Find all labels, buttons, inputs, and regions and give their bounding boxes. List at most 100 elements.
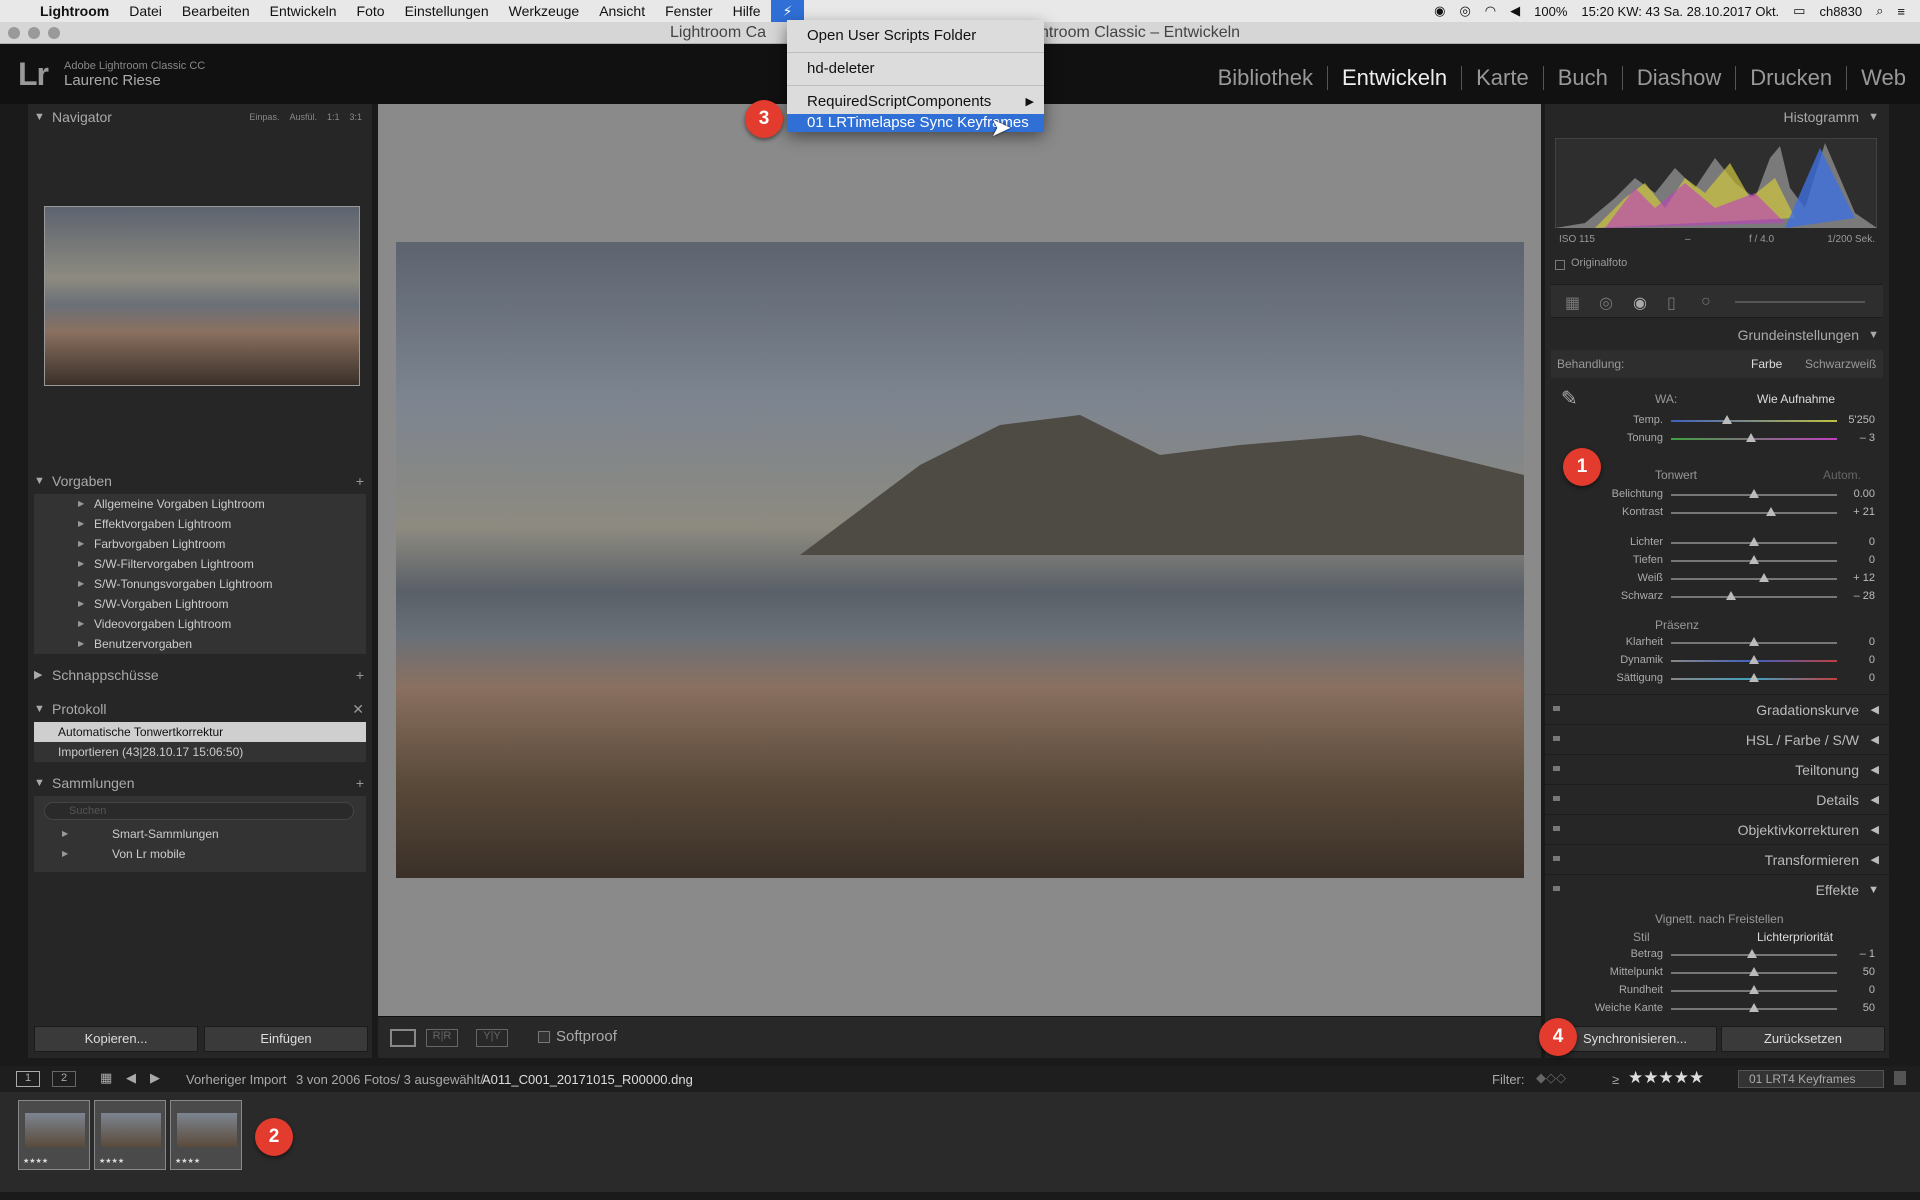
current-filename[interactable]: A011_C001_20171015_R00000.dng	[482, 1072, 693, 1087]
section-lens-corrections[interactable]: Objektivkorrekturen ◀	[1545, 814, 1889, 844]
preset-folder[interactable]: ▶ S/W-Vorgaben Lightroom	[34, 594, 366, 614]
section-effects[interactable]: Effekte ▼	[1545, 874, 1889, 904]
collection-set[interactable]: ▶ Von Lr mobile	[34, 844, 366, 864]
menu-fenster[interactable]: Fenster	[655, 0, 722, 22]
section-transform[interactable]: Transformieren ◀	[1545, 844, 1889, 874]
graduated-filter-icon[interactable]: ▯	[1667, 293, 1676, 313]
slider-vignette-feather[interactable]: Weiche Kante 50	[1575, 1000, 1875, 1018]
auto-tone-button[interactable]: Autom.	[1823, 468, 1861, 482]
slider-exposure[interactable]: Belichtung 0.00	[1575, 486, 1875, 504]
basic-header[interactable]: Grundeinstellungen ▼	[1545, 322, 1889, 348]
preset-folder[interactable]: ▶ S/W-Tonungsvorgaben Lightroom	[34, 574, 366, 594]
section-tone-curve[interactable]: Gradationskurve ◀	[1545, 694, 1889, 724]
histogram-header[interactable]: Histogramm ▼	[1545, 104, 1889, 130]
collections-search-input[interactable]: Suchen	[44, 802, 354, 820]
add-preset-icon[interactable]: +	[356, 468, 364, 494]
filmstrip-thumbnail[interactable]: ★★★★	[94, 1100, 166, 1170]
module-bibliothek[interactable]: Bibliothek	[1204, 66, 1328, 90]
menu-werkzeuge[interactable]: Werkzeuge	[499, 0, 590, 22]
module-buch[interactable]: Buch	[1544, 66, 1623, 90]
spot-removal-icon[interactable]: ◎	[1599, 293, 1613, 313]
slider-shadows[interactable]: Tiefen 0	[1575, 552, 1875, 570]
slider-vignette-midpoint[interactable]: Mittelpunkt 50	[1575, 964, 1875, 982]
accessibility-icon[interactable]: ◉	[1427, 3, 1452, 19]
menu-bearbeiten[interactable]: Bearbeiten	[172, 0, 260, 22]
history-header[interactable]: ▼ Protokoll ✕	[28, 696, 372, 722]
collections-header[interactable]: ▼ Sammlungen +	[28, 770, 372, 796]
snapshots-header[interactable]: ▶ Schnappschüsse +	[28, 662, 372, 688]
module-karte[interactable]: Karte	[1462, 66, 1544, 90]
crop-tool-icon[interactable]: ▦	[1565, 293, 1580, 313]
vignette-style-select[interactable]: Lichterpriorität	[1757, 930, 1833, 944]
preset-folder[interactable]: ▶ Farbvorgaben Lightroom	[34, 534, 366, 554]
display-icon[interactable]: ▭	[1786, 3, 1812, 19]
menu-open-user-scripts[interactable]: Open User Scripts Folder	[787, 24, 1044, 48]
filter-lock-icon[interactable]	[1894, 1071, 1906, 1085]
add-snapshot-icon[interactable]: +	[356, 662, 364, 688]
battery-status[interactable]: 100%	[1527, 4, 1574, 19]
reset-button[interactable]: Zurücksetzen	[1721, 1026, 1885, 1052]
creative-cloud-icon[interactable]: ◎	[1452, 3, 1477, 19]
search-icon[interactable]: ⌕	[1869, 3, 1890, 19]
navigator-header[interactable]: ▼ Navigator Einpas. Ausfül. 1:1 3:1	[28, 104, 372, 130]
menu-datei[interactable]: Datei	[119, 0, 172, 22]
menu-hilfe[interactable]: Hilfe	[723, 0, 771, 22]
slider-vignette-roundness[interactable]: Rundheit 0	[1575, 982, 1875, 1000]
preset-folder[interactable]: ▶ Allgemeine Vorgaben Lightroom	[34, 494, 366, 514]
slider-temp[interactable]: Temp. 5'250	[1575, 412, 1875, 430]
copy-settings-button[interactable]: Kopieren...	[34, 1026, 198, 1052]
section-details[interactable]: Details ◀	[1545, 784, 1889, 814]
main-photo[interactable]	[396, 242, 1524, 878]
wb-picker-icon[interactable]: ✎	[1561, 386, 1578, 411]
navigator-preview[interactable]	[44, 206, 360, 386]
rating-filter[interactable]: ★★★★★	[1628, 1068, 1704, 1088]
preset-folder[interactable]: ▶ Videovorgaben Lightroom	[34, 614, 366, 634]
filter-preset-select[interactable]: 01 LRT4 Keyframes	[1738, 1070, 1884, 1088]
preset-folder[interactable]: ▶ S/W-Filtervorgaben Lightroom	[34, 554, 366, 574]
section-split-toning[interactable]: Teiltonung ◀	[1545, 754, 1889, 784]
collection-set[interactable]: ▶ Smart-Sammlungen	[34, 824, 366, 844]
module-web[interactable]: Web	[1847, 66, 1912, 90]
script-menu-icon[interactable]: ⚡	[770, 0, 805, 22]
zoom-1to1[interactable]: 1:1	[327, 104, 340, 130]
section-hsl[interactable]: HSL / Farbe / S/W ◀	[1545, 724, 1889, 754]
history-item[interactable]: Automatische Tonwertkorrektur	[34, 722, 366, 742]
clock[interactable]: 15:20 KW: 43 Sa. 28.10.2017 Okt.	[1574, 4, 1786, 19]
paste-settings-button[interactable]: Einfügen	[204, 1026, 368, 1052]
wb-select[interactable]: Wie Aufnahme	[1757, 392, 1835, 406]
treatment-bw[interactable]: Schwarzweiß	[1805, 357, 1876, 371]
minimize-window-button[interactable]	[28, 27, 40, 39]
menu-entwickeln[interactable]: Entwickeln	[260, 0, 347, 22]
window-2-button[interactable]: 2	[52, 1071, 76, 1087]
module-diashow[interactable]: Diashow	[1623, 66, 1737, 90]
flag-filter-icon[interactable]: ◆◇◇	[1536, 1070, 1566, 1086]
menu-foto[interactable]: Foto	[347, 0, 395, 22]
menu-einstellungen[interactable]: Einstellungen	[395, 0, 499, 22]
brush-slider[interactable]	[1735, 301, 1865, 303]
slider-vignette-amount[interactable]: Betrag – 1	[1575, 946, 1875, 964]
module-entwickeln[interactable]: Entwickeln	[1328, 66, 1463, 90]
radial-filter-icon[interactable]: ○	[1701, 293, 1711, 311]
back-icon[interactable]: ◀	[126, 1070, 136, 1086]
sync-button[interactable]: Synchronisieren...	[1553, 1026, 1717, 1052]
window-1-button[interactable]: 1	[16, 1071, 40, 1087]
slider-blacks[interactable]: Schwarz – 28	[1575, 588, 1875, 606]
slider-highlights[interactable]: Lichter 0	[1575, 534, 1875, 552]
zoom-fit[interactable]: Einpas.	[249, 104, 279, 130]
treatment-color[interactable]: Farbe	[1751, 357, 1782, 371]
clear-history-icon[interactable]: ✕	[352, 696, 364, 722]
before-after-icon[interactable]: R|R	[426, 1029, 458, 1047]
slider-whites[interactable]: Weiß + 12	[1575, 570, 1875, 588]
slider-contrast[interactable]: Kontrast + 21	[1575, 504, 1875, 522]
add-collection-icon[interactable]: +	[356, 770, 364, 796]
user-name[interactable]: ch8830	[1812, 4, 1869, 19]
source-label[interactable]: Vorheriger Import	[186, 1072, 286, 1087]
original-photo-checkbox[interactable]	[1555, 260, 1565, 270]
slider-saturation[interactable]: Sättigung 0	[1575, 670, 1875, 688]
rating-operator[interactable]: ≥	[1612, 1072, 1619, 1087]
menu-hd-deleter[interactable]: hd-deleter	[787, 57, 1044, 81]
filmstrip-thumbnail[interactable]: ★★★★	[18, 1100, 90, 1170]
preset-folder[interactable]: ▶ Benutzervorgaben	[34, 634, 366, 654]
zoom-3to1[interactable]: 3:1	[349, 104, 362, 130]
zoom-window-button[interactable]	[48, 27, 60, 39]
